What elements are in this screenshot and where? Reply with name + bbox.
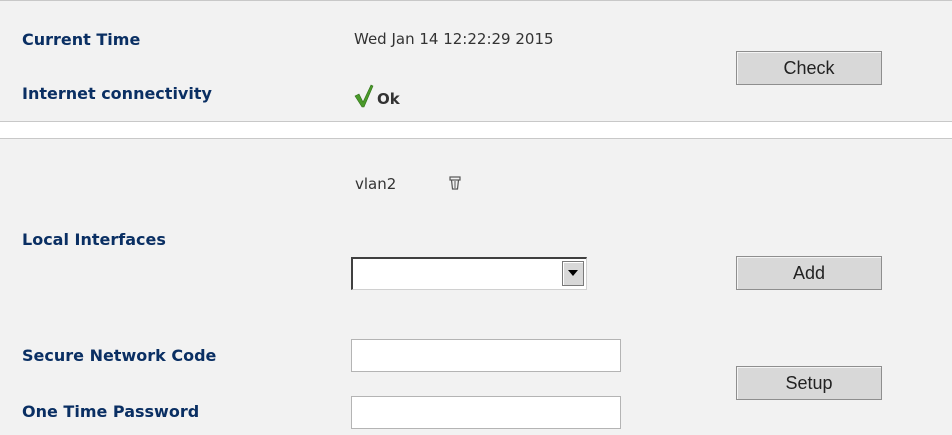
interface-list-item: vlan2 <box>355 175 397 193</box>
current-time-value: Wed Jan 14 12:22:29 2015 <box>354 30 554 48</box>
add-button[interactable]: Add <box>736 256 882 290</box>
internet-connectivity-label: Internet connectivity <box>22 84 212 103</box>
one-time-password-input[interactable] <box>351 396 621 429</box>
one-time-password-label: One Time Password <box>22 402 200 421</box>
chevron-down-icon[interactable] <box>562 261 584 286</box>
secure-network-code-label: Secure Network Code <box>22 346 217 365</box>
interface-select[interactable] <box>351 257 587 290</box>
local-interfaces-label: Local Interfaces <box>22 230 166 249</box>
trash-icon[interactable] <box>449 176 461 190</box>
connectivity-status-value: Ok <box>377 90 400 108</box>
current-time-label: Current Time <box>22 30 141 49</box>
check-button[interactable]: Check <box>736 51 882 85</box>
secure-network-code-input[interactable] <box>351 339 621 372</box>
checkmark-icon <box>354 84 374 108</box>
setup-button[interactable]: Setup <box>736 366 882 400</box>
